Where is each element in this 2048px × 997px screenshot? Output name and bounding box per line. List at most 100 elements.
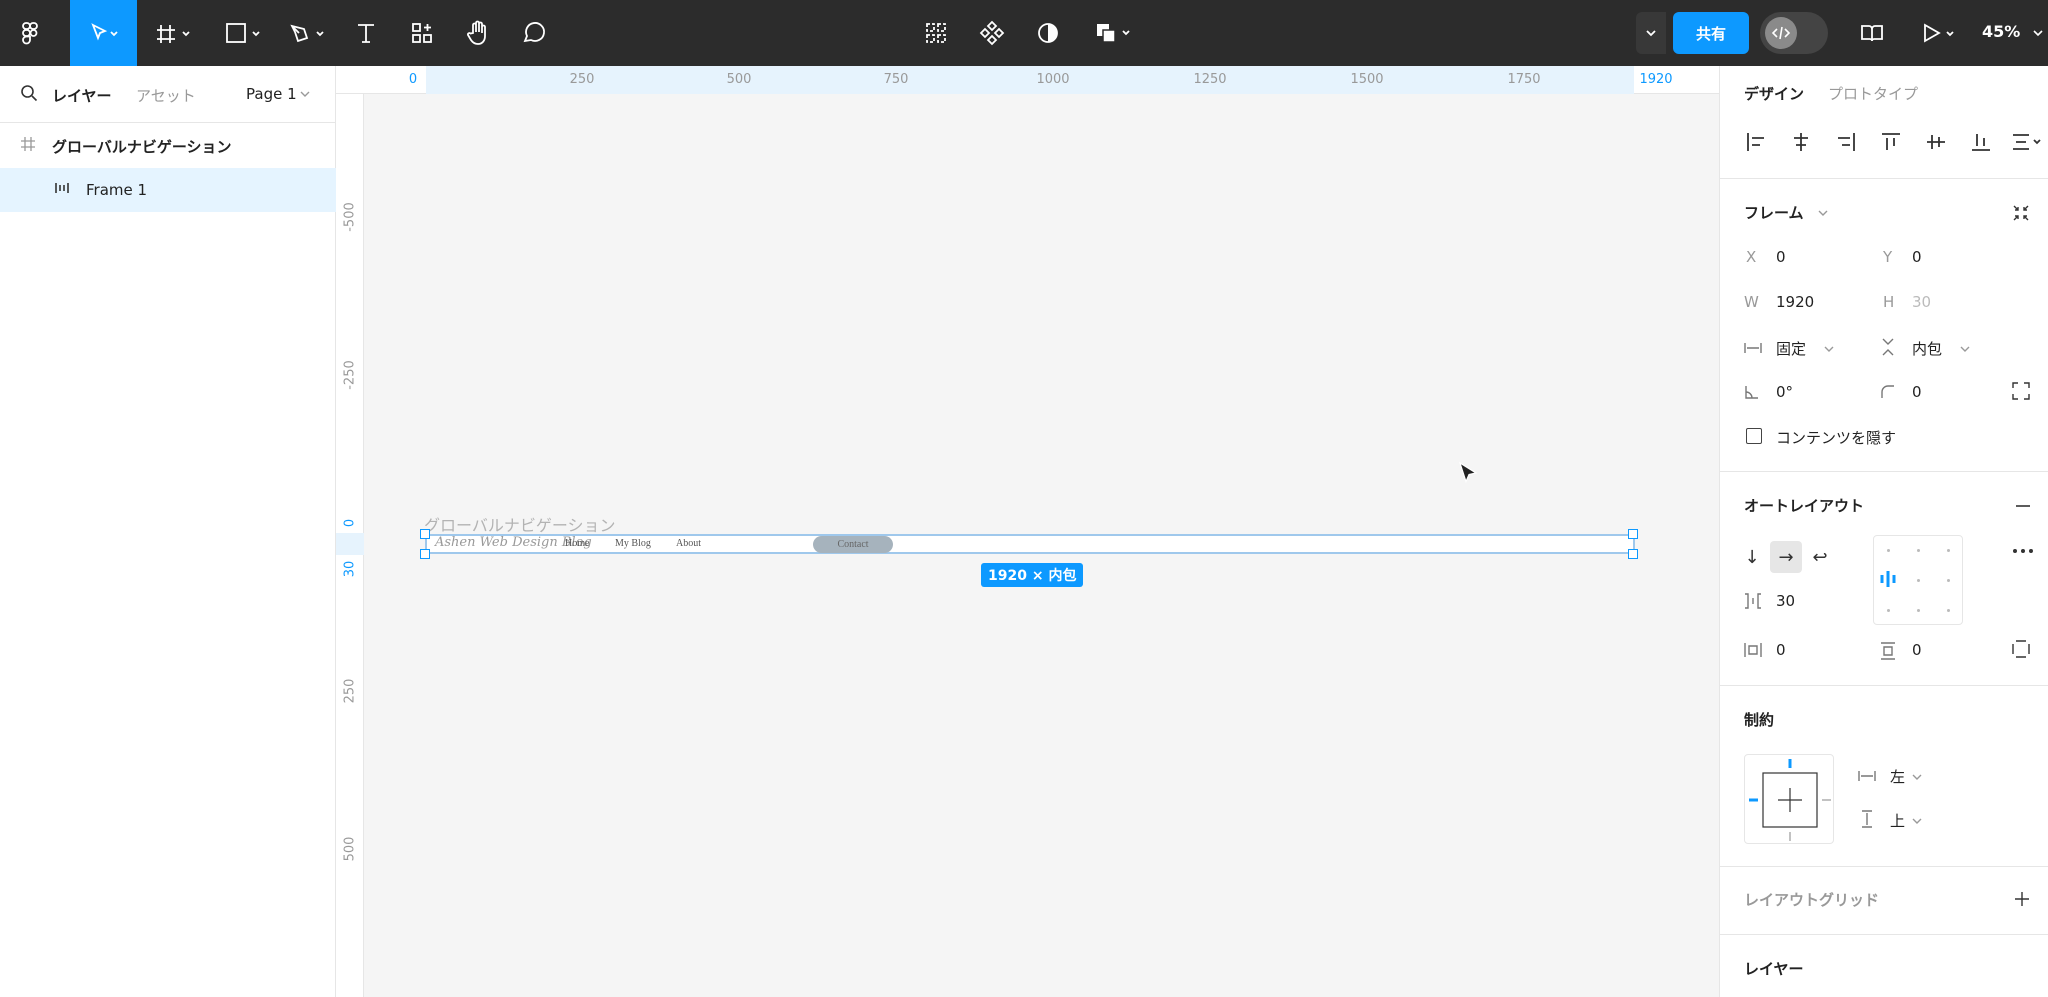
resize-handle-tr[interactable]	[1628, 529, 1638, 539]
resize-handle-tl[interactable]	[420, 529, 430, 539]
resize-handle-bl[interactable]	[420, 549, 430, 559]
add-layout-grid-icon[interactable]	[2014, 891, 2030, 907]
chevron-down-icon[interactable]	[1912, 816, 1922, 826]
align-dot[interactable]	[1947, 609, 1950, 612]
comment-icon[interactable]	[516, 0, 552, 66]
ruler-selection-band	[426, 66, 1634, 94]
align-dot[interactable]	[1947, 579, 1950, 582]
pen-tool-icon[interactable]	[282, 0, 332, 66]
align-dot[interactable]	[1887, 549, 1890, 552]
canvas[interactable]: グローバルナビゲーション Ashen Web Design Blog Home …	[364, 94, 1719, 997]
frame-tool-icon[interactable]	[148, 0, 198, 66]
independent-corners-icon[interactable]	[2012, 382, 2030, 400]
page-chevron-icon[interactable]	[300, 89, 310, 99]
zoom-chevron-icon[interactable]	[2032, 27, 2044, 39]
align-dot[interactable]	[1917, 609, 1920, 612]
nav-link-about[interactable]: About	[676, 538, 701, 549]
individual-padding-icon[interactable]	[2012, 640, 2030, 658]
align-top-icon[interactable]	[1879, 130, 1903, 154]
hand-tool-icon[interactable]	[460, 0, 496, 66]
vertical-padding-input[interactable]: 0	[1912, 641, 1922, 659]
frame-name-label[interactable]: グローバルナビゲーション	[424, 512, 616, 536]
component-set-icon[interactable]	[918, 0, 954, 66]
remove-auto-layout-icon[interactable]	[2015, 504, 2031, 508]
width-mode-select[interactable]: 固定	[1776, 338, 1806, 359]
nav-link-home[interactable]: Home	[565, 538, 589, 549]
distribute-icon[interactable]	[2010, 130, 2044, 154]
left-panel-tabs: レイヤー アセット Page 1	[0, 66, 336, 122]
gap-input[interactable]: 30	[1776, 592, 1795, 610]
frame-section-title[interactable]: フレーム	[1744, 202, 1804, 223]
x-input[interactable]: 0	[1776, 248, 1786, 266]
zoom-level[interactable]: 45%	[1982, 22, 2020, 41]
figma-menu-icon[interactable]	[8, 0, 54, 66]
width-input[interactable]: 1920	[1776, 293, 1814, 311]
tab-assets[interactable]: アセット	[136, 85, 196, 106]
constraints-title: 制約	[1744, 711, 1775, 729]
text-tool-icon[interactable]	[348, 0, 384, 66]
alignment-grid[interactable]	[1873, 535, 1963, 625]
align-dot[interactable]	[1917, 549, 1920, 552]
layout-grid-title[interactable]: レイアウトグリッド	[1744, 889, 1879, 910]
align-bottom-icon[interactable]	[1969, 130, 1993, 154]
mask-icon[interactable]	[1030, 0, 1066, 66]
height-mode-select[interactable]: 内包	[1912, 338, 1942, 359]
ruler-tick: 30	[342, 560, 358, 578]
global-nav-frame[interactable]: Ashen Web Design Blog Home My Blog About…	[425, 534, 1635, 554]
constraint-widget[interactable]	[1744, 754, 1834, 844]
resources-icon[interactable]	[404, 0, 440, 66]
component-icon[interactable]	[974, 0, 1010, 66]
y-input[interactable]: 0	[1912, 248, 1922, 266]
chevron-down-icon[interactable]	[1912, 772, 1922, 782]
chevron-down-icon[interactable]	[1824, 344, 1834, 354]
x-label: X	[1746, 248, 1757, 266]
clip-content-checkbox[interactable]	[1746, 428, 1762, 444]
direction-wrap-button[interactable]: ↩	[1804, 541, 1836, 573]
align-horizontal-center-icon[interactable]	[1789, 130, 1813, 154]
dev-mode-toggle[interactable]	[1760, 12, 1828, 54]
resize-handle-br[interactable]	[1628, 549, 1638, 559]
y-label: Y	[1883, 248, 1893, 266]
chevron-down-icon[interactable]	[1818, 208, 1828, 218]
vertical-hug-icon	[1882, 338, 1894, 356]
vertical-constraint-icon	[1862, 810, 1872, 828]
align-dot[interactable]	[1947, 549, 1950, 552]
page-selector[interactable]: Page 1	[246, 85, 297, 103]
direction-vertical-button[interactable]: ↓	[1736, 541, 1768, 573]
w-label: W	[1744, 293, 1759, 311]
move-tool-icon[interactable]	[70, 0, 137, 66]
vertical-constraint-select[interactable]: 上	[1890, 810, 1905, 831]
corner-radius-input[interactable]: 0	[1912, 383, 1922, 401]
boolean-icon[interactable]	[1088, 0, 1142, 66]
shape-tool-icon[interactable]	[218, 0, 268, 66]
layer-row-global-nav[interactable]: グローバルナビゲーション	[0, 124, 336, 168]
tab-design[interactable]: デザイン	[1744, 83, 1804, 104]
nav-link-my-blog[interactable]: My Blog	[615, 538, 651, 549]
align-left-icon[interactable]	[1744, 130, 1768, 154]
chevron-down-icon[interactable]	[1960, 344, 1970, 354]
more-options-icon[interactable]	[2012, 548, 2034, 554]
present-icon[interactable]	[1914, 0, 1964, 66]
layer-row-frame-1[interactable]: Frame 1	[0, 168, 336, 212]
align-dot[interactable]	[1917, 579, 1920, 582]
align-right-icon[interactable]	[1834, 130, 1858, 154]
alignment-toolbar	[1744, 130, 2044, 160]
nav-contact-button[interactable]: Contact	[813, 536, 893, 553]
direction-horizontal-button[interactable]: →	[1770, 541, 1802, 573]
search-icon[interactable]	[20, 84, 38, 102]
library-icon[interactable]	[1854, 0, 1890, 66]
align-vertical-center-icon[interactable]	[1924, 130, 1948, 154]
horizontal-constraint-select[interactable]: 左	[1890, 766, 1905, 787]
resize-to-fit-icon[interactable]	[2012, 204, 2030, 222]
ruler-tick: -250	[342, 360, 358, 390]
tab-prototype[interactable]: プロトタイプ	[1828, 83, 1918, 104]
height-input[interactable]: 30	[1912, 293, 1931, 311]
horizontal-padding-input[interactable]: 0	[1776, 641, 1786, 659]
clip-content-label[interactable]: コンテンツを隠す	[1776, 427, 1896, 448]
rotation-input[interactable]: 0°	[1776, 383, 1793, 401]
align-dot[interactable]	[1887, 609, 1890, 612]
collab-expand-button[interactable]	[1636, 12, 1666, 54]
share-button[interactable]: 共有	[1673, 12, 1749, 54]
right-panel: デザイン プロトタイプ フレーム X 0 Y 0 W 1920 H 30 固定 …	[1719, 66, 2048, 997]
tab-layers[interactable]: レイヤー	[52, 85, 112, 106]
